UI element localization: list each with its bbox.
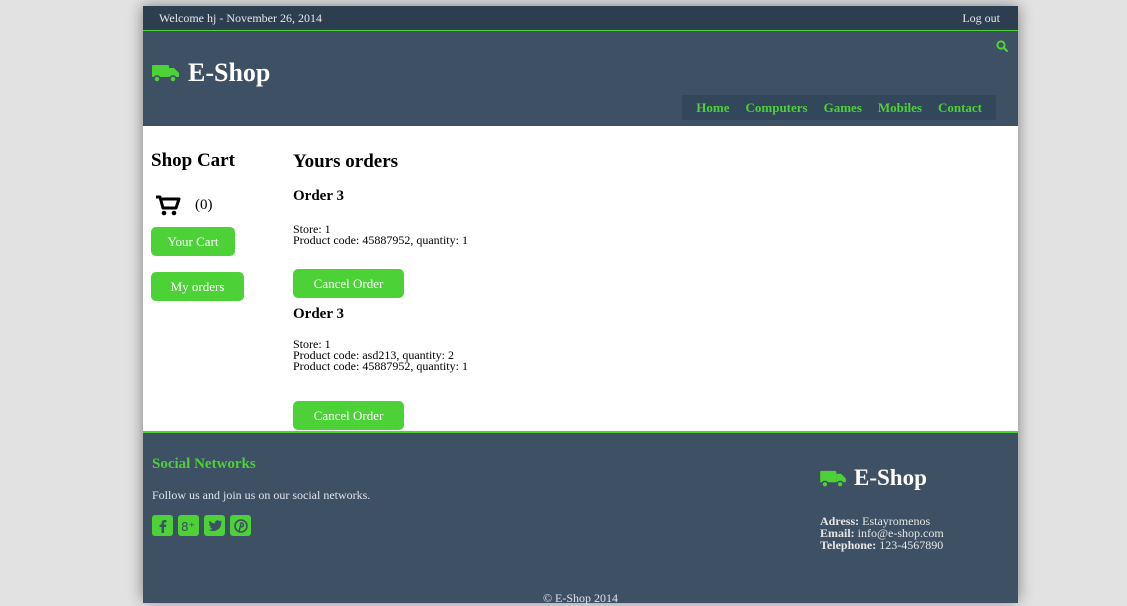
order-heading: Order 3 <box>293 306 344 322</box>
copyright: © E-Shop 2014 <box>542 591 619 605</box>
footer-logo: E-Shop <box>820 465 927 491</box>
welcome-text: Welcome hj - November 26, 2014 <box>159 11 322 25</box>
your-cart-button[interactable]: Your Cart <box>151 227 235 256</box>
logout-link[interactable]: Log out <box>962 11 1000 26</box>
nav-contact[interactable]: Contact <box>938 100 982 116</box>
search-icon <box>996 40 1009 53</box>
footer: Social Networks Follow us and join us on… <box>143 431 1018 605</box>
nav-computers[interactable]: Computers <box>746 100 808 116</box>
brand-name: E-Shop <box>188 58 271 87</box>
footer-brand-name: E-Shop <box>854 465 927 490</box>
page-title: Yours orders <box>293 151 399 172</box>
main-content: Shop Cart (0) Your Cart My orders Yours … <box>143 126 1018 431</box>
truck-icon <box>820 470 846 488</box>
order-line: Product code: 45887952, quantity: 1 <box>293 359 468 373</box>
phone-label: Telephone: <box>820 538 877 552</box>
order-details: Store: 1 Product code: 45887952, quantit… <box>293 223 468 247</box>
contact-info: Adress: Estayromenos Email: info@e-shop.… <box>820 515 944 551</box>
social-networks-title: Social Networks <box>152 456 256 472</box>
phone-value: 123-4567890 <box>879 538 944 552</box>
order-line: Product code: 45887952, quantity: 1 <box>293 233 468 247</box>
cancel-order-button[interactable]: Cancel Order <box>293 269 404 298</box>
order-heading: Order 3 <box>293 188 344 204</box>
social-text: Follow us and join us on our social netw… <box>152 488 371 502</box>
truck-icon <box>152 65 179 83</box>
nav-games[interactable]: Games <box>824 100 862 116</box>
site-logo[interactable]: E-Shop <box>152 58 270 88</box>
facebook-icon[interactable] <box>152 515 173 536</box>
search-button[interactable] <box>996 39 1009 57</box>
main-nav: Home Computers Games Mobiles Contact <box>682 95 996 120</box>
shopping-cart-icon <box>156 195 181 216</box>
pinterest-icon[interactable] <box>230 515 251 536</box>
social-icons: 8⁺ <box>152 515 251 536</box>
shop-cart-title: Shop Cart <box>151 150 235 171</box>
top-bar: Welcome hj - November 26, 2014 Log out <box>143 6 1018 31</box>
svg-text:8⁺: 8⁺ <box>181 520 195 533</box>
cart-count: (0) <box>195 196 213 213</box>
phone-line: Telephone: 123-4567890 <box>820 539 944 551</box>
order-details: Store: 1 Product code: asd213, quantity:… <box>293 338 468 373</box>
nav-home[interactable]: Home <box>696 100 729 116</box>
google-plus-icon[interactable]: 8⁺ <box>178 515 199 536</box>
nav-mobiles[interactable]: Mobiles <box>878 100 922 116</box>
cart-summary: (0) <box>155 194 213 216</box>
page: Welcome hj - November 26, 2014 Log out E… <box>143 6 1018 605</box>
cancel-order-button[interactable]: Cancel Order <box>293 401 404 430</box>
twitter-icon[interactable] <box>204 515 225 536</box>
my-orders-button[interactable]: My orders <box>151 272 244 301</box>
header: E-Shop Home Computers Games Mobiles Cont… <box>143 31 1018 126</box>
